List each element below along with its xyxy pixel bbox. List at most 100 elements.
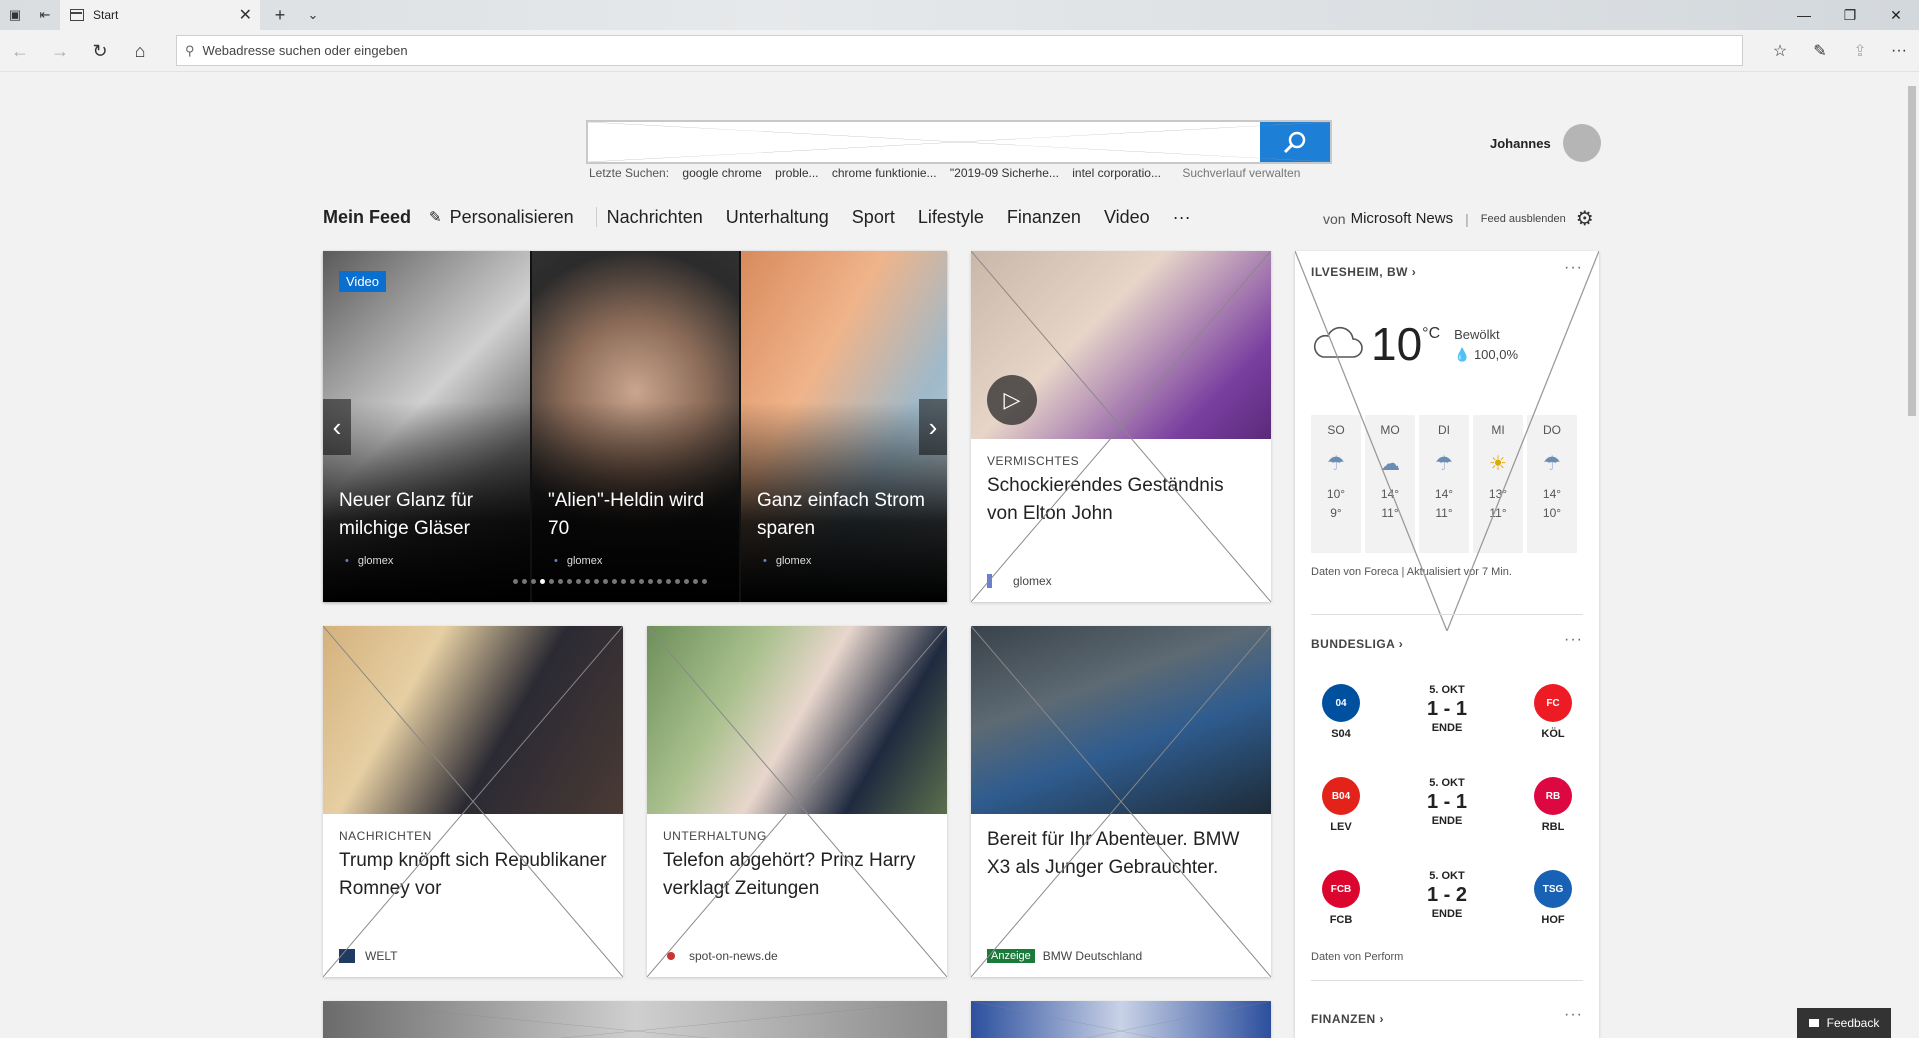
- carousel-slide[interactable]: "Alien"-Heldin wird 70 glomex: [532, 251, 739, 602]
- news-card[interactable]: [323, 1001, 947, 1038]
- user-profile[interactable]: Johannes: [1490, 124, 1601, 162]
- carousel-dot[interactable]: [684, 579, 689, 584]
- recent-item[interactable]: google chrome: [682, 166, 761, 180]
- scrollbar-thumb[interactable]: [1908, 86, 1916, 416]
- brand-name[interactable]: Microsoft News: [1351, 210, 1454, 227]
- close-window-icon[interactable]: ✕: [1873, 0, 1919, 30]
- carousel-dot[interactable]: [603, 579, 608, 584]
- carousel-dot[interactable]: [522, 579, 527, 584]
- personalize-button[interactable]: Personalisieren: [450, 207, 574, 228]
- card-title[interactable]: Telefon abgehört? Prinz Harry verklagt Z…: [663, 847, 933, 903]
- carousel-dot[interactable]: [657, 579, 662, 584]
- carousel-dot[interactable]: [648, 579, 653, 584]
- new-tab-icon[interactable]: +: [265, 0, 295, 30]
- search-input[interactable]: [588, 122, 1261, 162]
- match-row[interactable]: 04 S04 5. OKT 1 - 1 ENDE FC KÖL: [1311, 684, 1583, 764]
- news-card[interactable]: UNTERHALTUNG Telefon abgehört? Prinz Har…: [647, 626, 947, 977]
- close-tab-icon[interactable]: ✕: [239, 5, 252, 25]
- carousel-dot[interactable]: [540, 579, 545, 584]
- news-card[interactable]: ▷ VERMISCHTES Schockierendes Geständnis …: [971, 251, 1271, 602]
- slide-title[interactable]: Ganz einfach Strom sparen: [757, 487, 937, 543]
- carousel-dot[interactable]: [531, 579, 536, 584]
- play-icon[interactable]: ▷: [987, 375, 1037, 425]
- forecast-day[interactable]: DO ☂ 14° 10°: [1527, 415, 1577, 553]
- carousel-dot[interactable]: [549, 579, 554, 584]
- card-title[interactable]: Bereit für Ihr Abenteuer. BMW X3 als Jun…: [987, 826, 1257, 882]
- finance-more-icon[interactable]: ···: [1564, 1006, 1583, 1024]
- carousel-dot[interactable]: [666, 579, 671, 584]
- forward-icon[interactable]: →: [40, 30, 80, 72]
- forecast-day[interactable]: DI ☂ 14° 11°: [1419, 415, 1469, 553]
- tab-mein-feed[interactable]: Mein Feed: [323, 207, 411, 228]
- carousel-dot[interactable]: [594, 579, 599, 584]
- carousel-dot[interactable]: [693, 579, 698, 584]
- restore-icon[interactable]: ❐: [1827, 0, 1873, 30]
- match-row[interactable]: B04 LEV 5. OKT 1 - 1 ENDE RB RBL: [1311, 777, 1583, 857]
- bundesliga-more-icon[interactable]: ···: [1564, 631, 1583, 649]
- card-title[interactable]: Trump knöpft sich Republikaner Romney vo…: [339, 847, 609, 903]
- more-icon[interactable]: ···: [1879, 30, 1919, 72]
- search-button[interactable]: [1260, 122, 1330, 162]
- carousel-dot[interactable]: [513, 579, 518, 584]
- avatar[interactable]: [1562, 124, 1601, 162]
- weather-location-link[interactable]: ILVESHEIM, BW ›: [1311, 265, 1416, 279]
- forecast-day[interactable]: SO ☂ 10° 9°: [1311, 415, 1361, 553]
- tab-lifestyle[interactable]: Lifestyle: [918, 207, 984, 228]
- recent-item[interactable]: intel corporatio...: [1072, 166, 1161, 180]
- set-aside-tabs-icon[interactable]: ⇤: [30, 0, 60, 30]
- carousel-dot[interactable]: [621, 579, 626, 584]
- carousel-next-button[interactable]: ›: [919, 399, 947, 455]
- tab-actions-icon[interactable]: ▣: [0, 0, 30, 30]
- forecast-day[interactable]: MO ☁ 14° 11°: [1365, 415, 1415, 553]
- carousel-slide[interactable]: Ganz einfach Strom sparen glomex: [741, 251, 947, 602]
- url-input[interactable]: ⚲ Webadresse suchen oder eingeben: [176, 35, 1743, 66]
- favorites-icon[interactable]: ☆: [1760, 30, 1800, 72]
- carousel-dot[interactable]: [567, 579, 572, 584]
- more-tabs-button[interactable]: ···: [1173, 207, 1191, 228]
- carousel-slide[interactable]: Video Neuer Glanz für milchige Gläser gl…: [323, 251, 530, 602]
- bundesliga-link[interactable]: BUNDESLIGA ›: [1311, 637, 1403, 651]
- match-result: 5. OKT 1 - 1 ENDE: [1407, 777, 1487, 827]
- ad-card[interactable]: Bereit für Ihr Abenteuer. BMW X3 als Jun…: [971, 626, 1271, 977]
- tab-video[interactable]: Video: [1104, 207, 1150, 228]
- scrollbar[interactable]: [1905, 72, 1919, 1038]
- hide-feed-button[interactable]: Feed ausblenden: [1481, 213, 1566, 225]
- carousel-dot[interactable]: [639, 579, 644, 584]
- finance-link[interactable]: FINANZEN ›: [1311, 1012, 1384, 1026]
- slide-title[interactable]: Neuer Glanz für milchige Gläser: [339, 487, 520, 543]
- forecast-day[interactable]: MI ☀ 13° 11°: [1473, 415, 1523, 553]
- minimize-icon[interactable]: —: [1781, 0, 1827, 30]
- carousel-dot[interactable]: [576, 579, 581, 584]
- feedback-button[interactable]: Feedback: [1797, 1008, 1891, 1038]
- pen-icon[interactable]: ✎: [1800, 30, 1840, 72]
- match-row[interactable]: FCB FCB 5. OKT 1 - 2 ENDE TSG HOF: [1311, 870, 1583, 950]
- carousel-dot[interactable]: [675, 579, 680, 584]
- carousel-dot[interactable]: [585, 579, 590, 584]
- carousel-dot[interactable]: [558, 579, 563, 584]
- manage-history-link[interactable]: Suchverlauf verwalten: [1182, 166, 1300, 180]
- recent-item[interactable]: proble...: [775, 166, 818, 180]
- recent-item[interactable]: "2019-09 Sicherhe...: [950, 166, 1059, 180]
- card-title[interactable]: Schockierendes Geständnis von Elton John: [987, 472, 1257, 528]
- refresh-icon[interactable]: ↻: [80, 30, 120, 72]
- back-icon[interactable]: ←: [0, 30, 40, 72]
- gear-icon[interactable]: ⚙: [1576, 206, 1594, 231]
- news-card[interactable]: [971, 1001, 1271, 1038]
- weather-more-icon[interactable]: ···: [1564, 259, 1583, 277]
- slide-title[interactable]: "Alien"-Heldin wird 70: [548, 487, 729, 543]
- tab-unterhaltung[interactable]: Unterhaltung: [726, 207, 829, 228]
- tab-sport[interactable]: Sport: [852, 207, 895, 228]
- carousel-dot[interactable]: [630, 579, 635, 584]
- recent-item[interactable]: chrome funktionie...: [832, 166, 937, 180]
- video-carousel[interactable]: Video Neuer Glanz für milchige Gläser gl…: [323, 251, 947, 602]
- tab-start[interactable]: Start ✕: [60, 0, 260, 30]
- tab-finanzen[interactable]: Finanzen: [1007, 207, 1081, 228]
- carousel-dot[interactable]: [702, 579, 707, 584]
- home-icon[interactable]: ⌂: [120, 30, 160, 72]
- share-icon[interactable]: ⇪: [1840, 30, 1880, 72]
- news-card[interactable]: NACHRICHTEN Trump knöpft sich Republikan…: [323, 626, 623, 977]
- carousel-prev-button[interactable]: ‹: [323, 399, 351, 455]
- tab-nachrichten[interactable]: Nachrichten: [607, 207, 703, 228]
- carousel-dot[interactable]: [612, 579, 617, 584]
- chevron-down-icon[interactable]: ⌄: [298, 0, 328, 30]
